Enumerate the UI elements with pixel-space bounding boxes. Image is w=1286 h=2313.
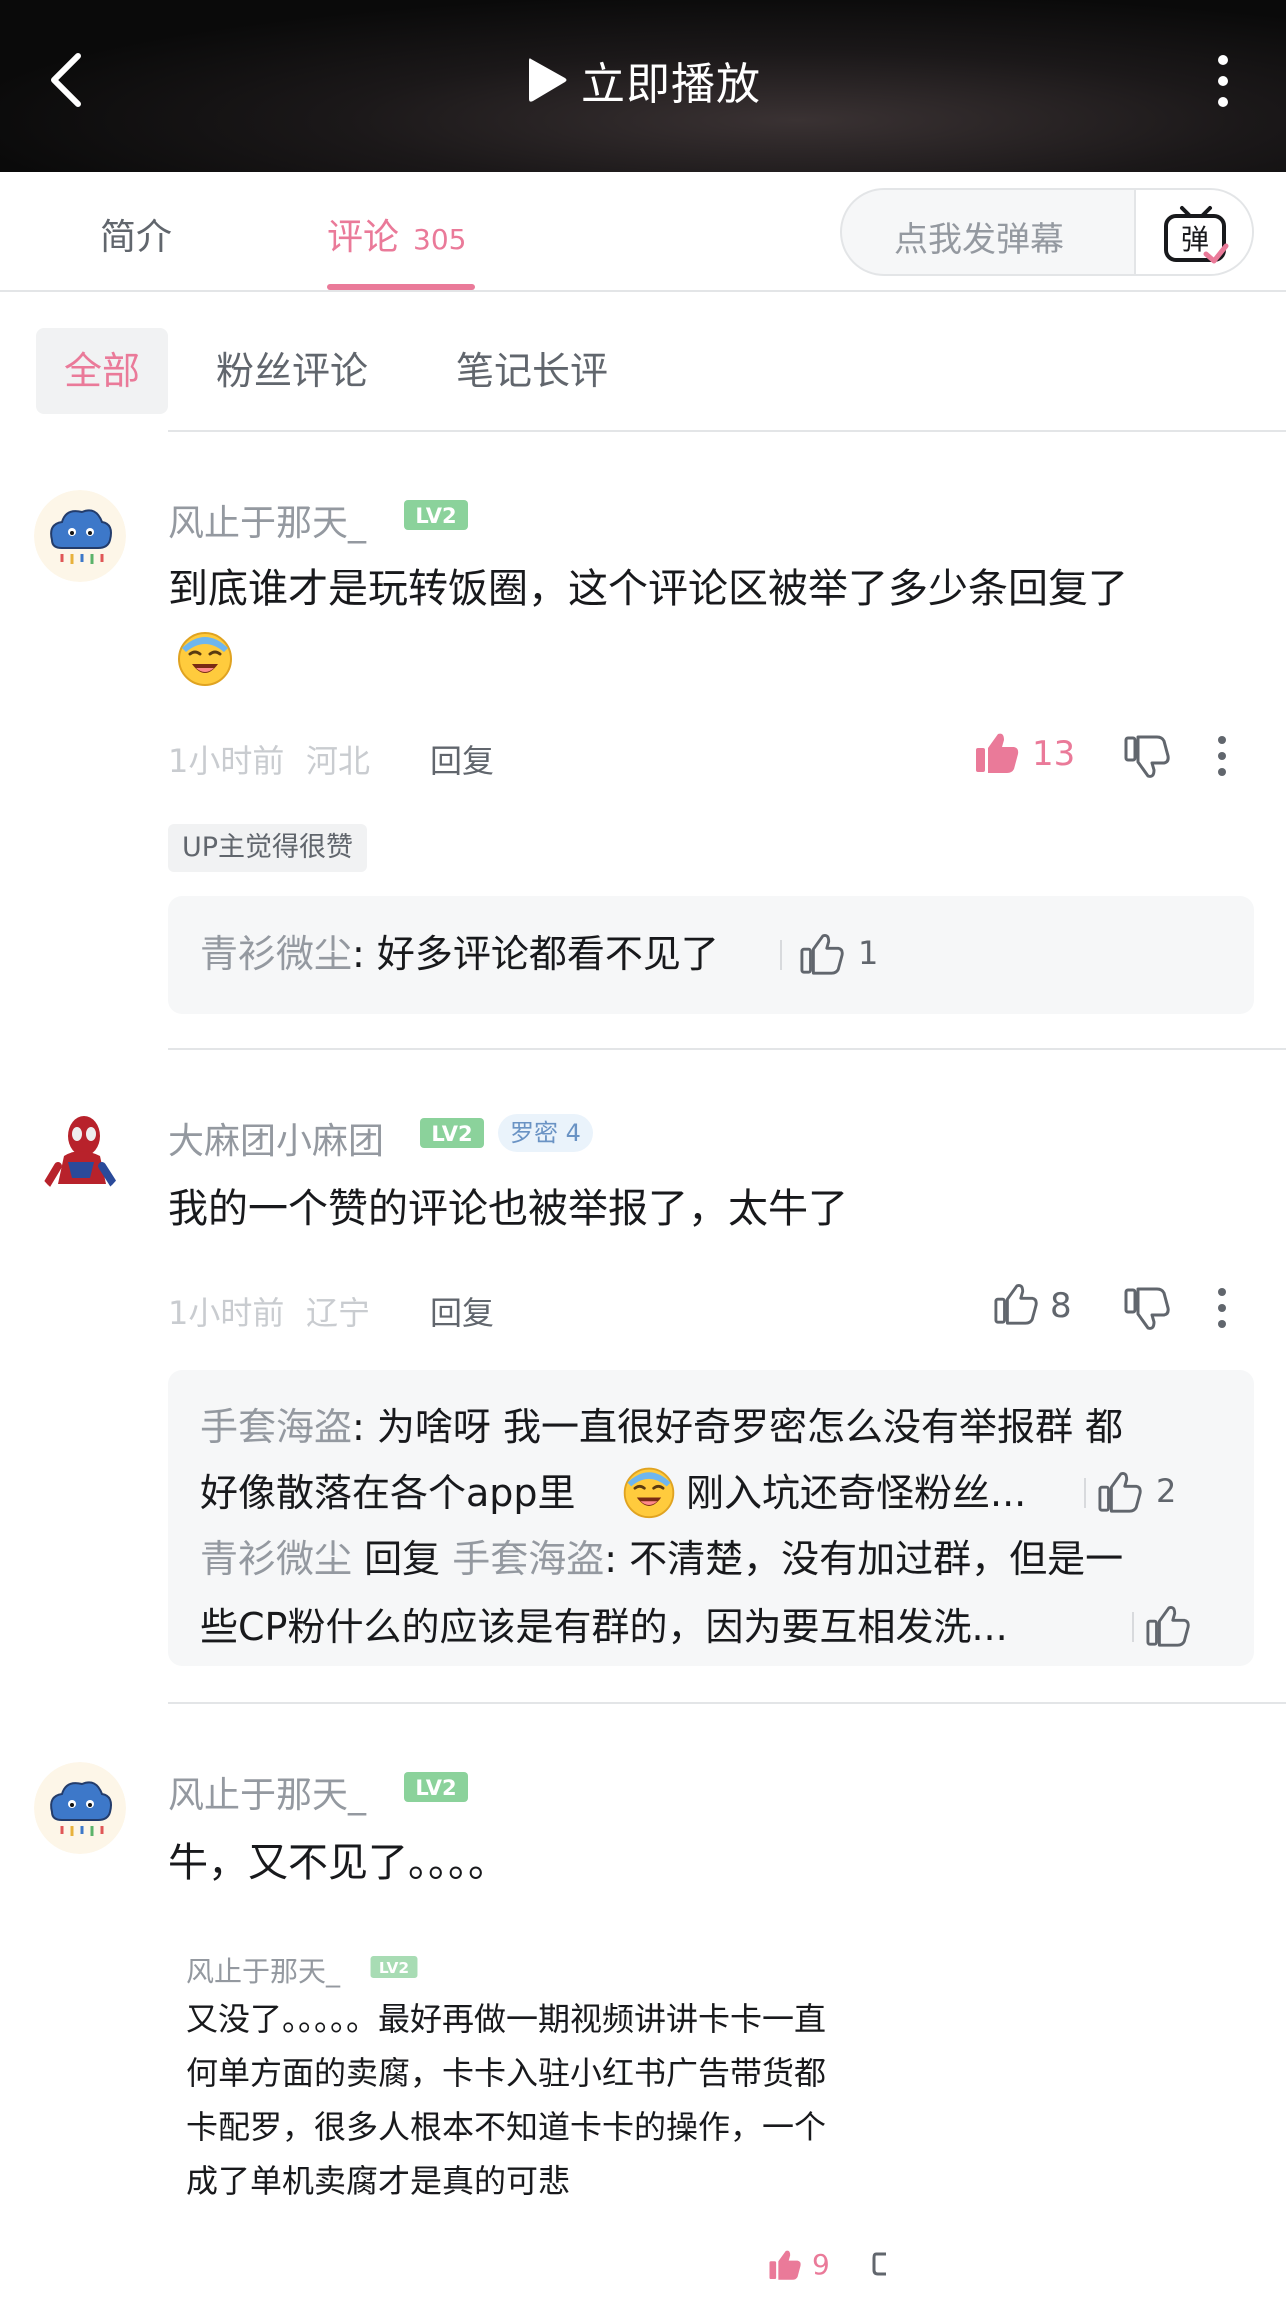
reply-text: : 为啥呀 我一直很好奇罗密怎么没有举报群 都 [352, 1405, 1124, 1449]
embedded-username: 风止于那天_ [186, 1955, 341, 1988]
reply-username[interactable]: 手套海盗 [200, 1405, 352, 1449]
comment-username[interactable]: 风止于那天_ [168, 1766, 366, 1818]
comments-count: 305 [413, 223, 467, 256]
reply-preview-box[interactable]: 手套海盗: 为啥呀 我一直很好奇罗密怎么没有举报群 都 好像散落在各个app里 … [168, 1370, 1254, 1666]
laughing-crying-emoji-icon [178, 632, 232, 686]
filter-fans-comments[interactable]: 粉丝评论 [216, 328, 368, 414]
embedded-text-line: 何单方面的卖腐，卡卡入驻小红书广告带货都 [186, 2054, 827, 2092]
reply-like-count: 2 [1156, 1472, 1177, 1510]
comment-text: 我的一个赞的评论也被举报了，太牛了 [168, 1186, 848, 1232]
back-arrow-icon[interactable] [44, 50, 88, 110]
comment-time: 1小时前 [168, 742, 285, 780]
reply-target-username[interactable]: 手套海盗 [452, 1537, 604, 1581]
reply-text: 刚入坑还奇怪粉丝... [686, 1471, 1027, 1515]
comment-username[interactable]: 风止于那天_ [168, 494, 366, 546]
filter-divider [168, 430, 1286, 432]
laughing-crying-emoji-icon [623, 1467, 675, 1519]
spiderman-avatar-icon [34, 1106, 126, 1198]
reply-button[interactable]: 回复 [430, 1288, 494, 1334]
danmaku-button-label: 弹 [1181, 223, 1209, 256]
reply-word: 回复 [352, 1537, 453, 1581]
embedded-text-line: 卡配罗，很多人根本不知道卡卡的操作，一个 [186, 2108, 827, 2146]
thumbs-up-icon[interactable] [1098, 1470, 1142, 1514]
svg-text:LV2: LV2 [415, 1776, 456, 1800]
reply-username[interactable]: 青衫微尘 [200, 1537, 352, 1581]
svg-text:LV2: LV2 [415, 504, 456, 528]
filter-long-reviews[interactable]: 笔记长评 [456, 328, 608, 414]
thumbs-up-icon[interactable] [800, 932, 844, 976]
comment-filters: 全部 粉丝评论 笔记长评 [0, 292, 1286, 432]
reply-text: : 不清楚，没有加过群，但是一 [604, 1537, 1124, 1581]
comment-location: 辽宁 [306, 1294, 371, 1332]
danmaku-toggle-button[interactable]: 弹 [1134, 190, 1252, 274]
video-header: 立即播放 [0, 0, 1286, 172]
reply-text: 好像散落在各个app里 [200, 1471, 576, 1515]
more-options-icon[interactable] [1208, 52, 1238, 110]
reply-line: 青衫微尘 回复 手套海盗: 不清楚，没有加过群，但是一 [200, 1534, 1123, 1584]
comment-text: 到底谁才是玩转饭圈，这个评论区被举了多少条回复了 [168, 566, 1128, 612]
embedded-text-line: 成了单机卖腐才是真的可悲 [186, 2162, 571, 2200]
comment-text: 牛，又不见了。。。。 [168, 1840, 508, 1886]
svg-text:LV2: LV2 [431, 1122, 472, 1146]
reply-line: 好像散落在各个app里 [200, 1468, 576, 1518]
reply-text: : 好多评论都看不见了 [352, 932, 719, 976]
active-tab-indicator [327, 284, 475, 290]
thumbs-up-filled-icon [769, 2250, 801, 2280]
play-now-label: 立即播放 [581, 59, 761, 110]
reply-preview-box[interactable]: 青衫微尘: 好多评论都看不见了 1 [168, 896, 1254, 1014]
thumbs-down-icon [872, 2252, 886, 2276]
reply-line: 青衫微尘: 好多评论都看不见了 [200, 929, 719, 979]
tab-intro[interactable]: 简介 [100, 208, 172, 260]
comment-location: 河北 [306, 742, 371, 780]
fan-medal-badge[interactable]: 罗密 4 [498, 1114, 593, 1152]
more-options-icon[interactable] [1214, 1286, 1230, 1330]
thumbs-down-icon[interactable] [1124, 1286, 1170, 1332]
avatar[interactable] [34, 490, 126, 582]
embedded-like-count: 9 [812, 2248, 830, 2281]
reply-username[interactable]: 青衫微尘 [200, 932, 352, 976]
embedded-text-line: 又没了。。。。。最好再做一期视频讲讲卡卡一直 [186, 2000, 827, 2038]
thumbs-up-icon[interactable] [1146, 1604, 1190, 1648]
cloud-avatar-icon [34, 1762, 126, 1854]
tab-comments-label: 评论 [327, 217, 400, 258]
danmaku-placeholder: 点我发弹幕 [894, 220, 1064, 260]
detail-tabs: 简介 评论 305 点我发弹幕 弹 [0, 172, 1286, 292]
level-badge: LV2 [420, 1118, 484, 1148]
more-options-icon[interactable] [1214, 734, 1230, 778]
reply-line: 刚入坑还奇怪粉丝... [686, 1468, 1026, 1518]
comment-divider [168, 1048, 1286, 1050]
reply-like-count: 1 [858, 934, 879, 972]
comment-time: 1小时前 [168, 1294, 285, 1332]
tab-comments[interactable]: 评论 305 [327, 208, 466, 260]
play-now-button[interactable]: 立即播放 [525, 48, 761, 112]
play-icon [529, 58, 567, 102]
separator [1084, 1478, 1086, 1508]
reply-line: 手套海盗: 为啥呀 我一直很好奇罗密怎么没有举报群 都 [200, 1402, 1123, 1452]
level-badge: LV2 [404, 500, 468, 530]
filter-all[interactable]: 全部 [36, 328, 168, 414]
like-count: 13 [1032, 734, 1076, 774]
thumbs-down-icon[interactable] [1124, 734, 1170, 780]
reply-text: 些CP粉什么的应该是有群的，因为要互相发洗... [200, 1605, 1008, 1649]
avatar[interactable] [34, 1762, 126, 1854]
up-liked-tag: UP主觉得很赞 [168, 824, 368, 872]
reply-button[interactable]: 回复 [430, 736, 494, 782]
thumbs-up-filled-icon[interactable] [974, 730, 1020, 776]
separator [1132, 1612, 1134, 1642]
embedded-text-block: 又没了。。。。。最好再做一期视频讲讲卡卡一直 何单方面的卖腐，卡卡入驻小红书广告… [180, 1995, 890, 2225]
comment-username[interactable]: 大麻团小麻团 [168, 1112, 384, 1164]
thumbs-up-icon[interactable] [994, 1282, 1038, 1326]
comment-divider [168, 1702, 1286, 1704]
cloud-avatar-icon [34, 490, 126, 582]
separator [780, 940, 782, 970]
level-badge: LV2 [404, 1772, 468, 1802]
reply-line: 些CP粉什么的应该是有群的，因为要互相发洗... [200, 1602, 1008, 1652]
avatar[interactable] [34, 1106, 126, 1198]
danmaku-tv-icon: 弹 [1164, 206, 1229, 264]
level-badge: LV2 [370, 1956, 418, 1978]
like-count: 8 [1050, 1286, 1072, 1326]
danmaku-input[interactable]: 点我发弹幕 弹 [840, 188, 1254, 276]
svg-text:LV2: LV2 [379, 1959, 409, 1977]
